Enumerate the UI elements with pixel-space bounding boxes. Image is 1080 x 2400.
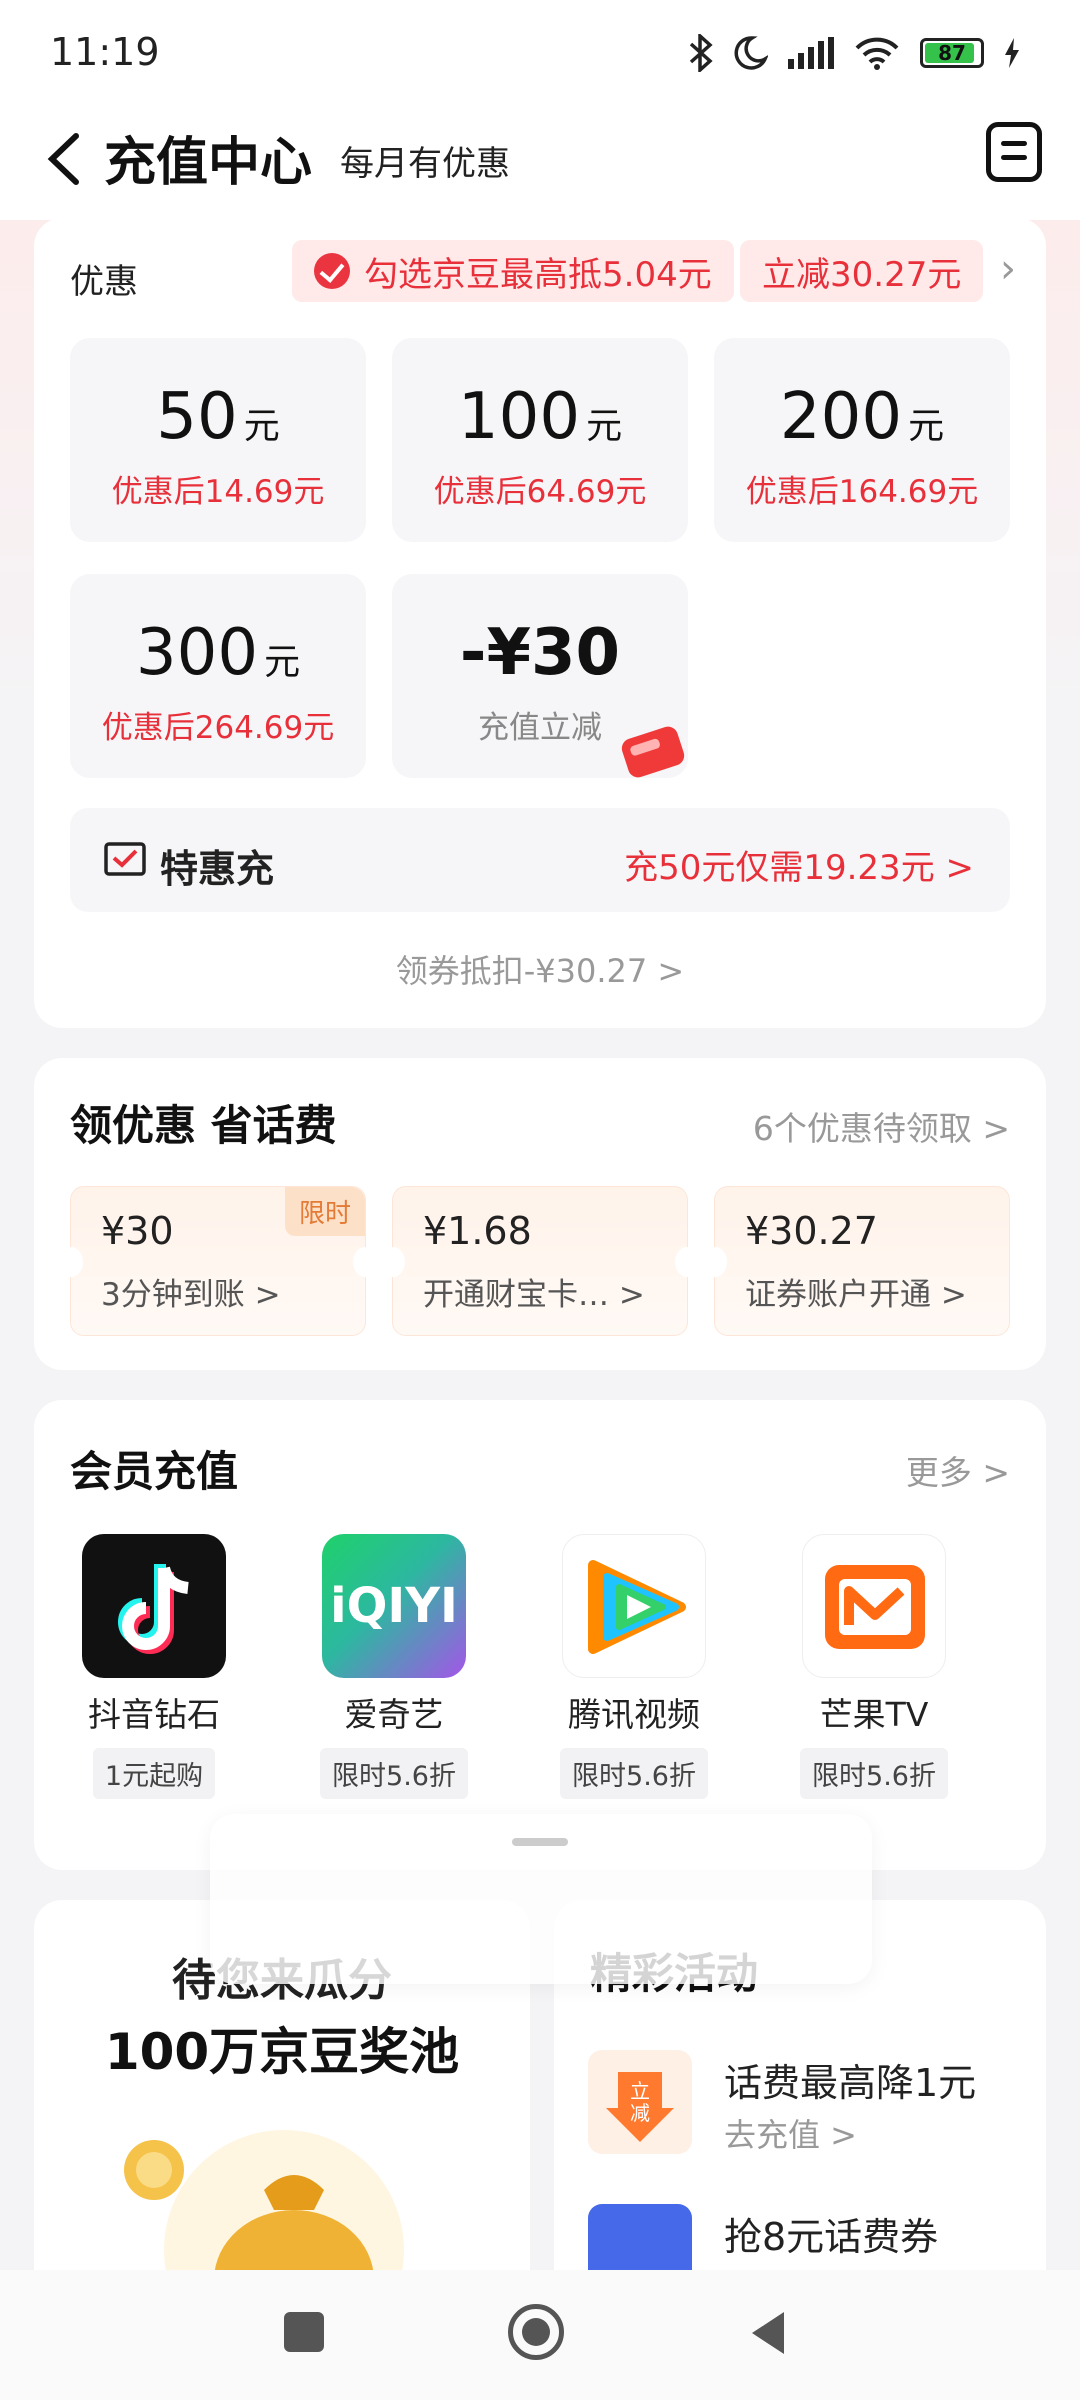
check-icon xyxy=(314,253,350,289)
special-recharge-offer[interactable]: 充50元仅需19.23元 > xyxy=(624,840,974,889)
activity-item[interactable]: 立减 话费最高降1元 去充值 > xyxy=(588,2050,1028,2160)
member-card: 会员充值 更多 > 抖音钻石 1元起购 iQIYI 爱奇艺 限时5.6折 腾讯视… xyxy=(34,1400,1046,1870)
menu-icon[interactable] xyxy=(986,122,1042,182)
recharge-card: 优惠 勾选京豆最高抵5.04元 立减30.27元 › 50 元 优惠后14.69元… xyxy=(34,218,1046,1028)
mango-tv-icon xyxy=(802,1534,946,1678)
promo-label: 优惠 xyxy=(70,262,138,302)
back-button[interactable] xyxy=(748,2310,788,2356)
chevron-right-icon[interactable]: › xyxy=(1000,246,1016,292)
coupon-more-link[interactable]: 6个优惠待领取 > xyxy=(753,1102,1010,1150)
app-header: 充值中心 每月有优惠 xyxy=(0,100,1080,220)
system-nav-bar xyxy=(0,2270,1080,2400)
app-mango-tv[interactable]: 芒果TV 限时5.6折 xyxy=(754,1534,994,1799)
home-button[interactable] xyxy=(508,2304,564,2360)
member-section-title: 会员充值 xyxy=(70,1447,239,1496)
moon-icon xyxy=(734,36,768,70)
page-subtitle: 每月有优惠 xyxy=(340,144,510,184)
discount-badge-icon: 立减 xyxy=(588,2050,692,2154)
amount-option-300[interactable]: 300 元 优惠后264.69元 xyxy=(70,574,366,778)
discount-promo-tag[interactable]: 立减30.27元 xyxy=(740,240,984,302)
coupon-deduct-link[interactable]: 领券抵扣-¥30.27 > xyxy=(34,946,1046,992)
jd-bean-promo-tag[interactable]: 勾选京豆最高抵5.04元 xyxy=(292,240,734,302)
red-envelope-icon xyxy=(621,726,685,778)
tencent-video-icon xyxy=(562,1534,706,1678)
page-title: 充值中心 xyxy=(104,133,313,193)
discount-option[interactable]: -¥30 充值立减 xyxy=(392,574,688,778)
recents-button[interactable] xyxy=(284,2312,324,2352)
app-tencent-video[interactable]: 腾讯视频 限时5.6折 xyxy=(514,1534,754,1799)
floating-panel[interactable] xyxy=(210,1814,872,1984)
charging-icon xyxy=(1005,38,1019,68)
pool-line-2: 100万京豆奖池 xyxy=(104,2023,460,2081)
coupon-card: 领优惠 省话费 6个优惠待领取 > ¥30 3分钟到账 > 限时 ¥1.68 开… xyxy=(34,1058,1046,1370)
wifi-icon xyxy=(855,37,899,70)
status-time: 11:19 xyxy=(50,30,160,74)
app-douyin[interactable]: 抖音钻石 1元起购 xyxy=(34,1534,274,1799)
amount-option-50[interactable]: 50 元 优惠后14.69元 xyxy=(70,338,366,542)
limited-badge: 限时 xyxy=(284,1187,365,1236)
coupon-item[interactable]: ¥1.68 开通财宝卡… > xyxy=(381,1186,699,1336)
status-bar: 11:19 87 xyxy=(0,0,1080,100)
bluetooth-icon xyxy=(689,34,713,72)
amount-option-100[interactable]: 100 元 优惠后64.69元 xyxy=(392,338,688,542)
envelope-check-icon xyxy=(104,842,146,876)
back-arrow-icon[interactable] xyxy=(38,124,88,194)
battery-icon: 87 xyxy=(920,38,984,68)
drag-handle[interactable] xyxy=(512,1838,568,1846)
amount-option-200[interactable]: 200 元 优惠后164.69元 xyxy=(714,338,1010,542)
coupon-item[interactable]: ¥30.27 证券账户开通 > xyxy=(703,1186,1010,1336)
battery-level: 87 xyxy=(938,41,966,65)
douyin-icon xyxy=(82,1534,226,1678)
member-more-link[interactable]: 更多 > xyxy=(906,1446,1010,1494)
app-iqiyi[interactable]: iQIYI 爱奇艺 限时5.6折 xyxy=(274,1534,514,1799)
special-recharge-bar[interactable]: 特惠充 充50元仅需19.23元 > xyxy=(70,808,1010,912)
signal-icon xyxy=(788,37,834,69)
special-recharge-label: 特惠充 xyxy=(160,847,275,891)
coupon-item[interactable]: ¥30 3分钟到账 > 限时 xyxy=(59,1186,377,1336)
iqiyi-icon: iQIYI xyxy=(322,1534,466,1678)
coupon-section-title: 领优惠 省话费 xyxy=(70,1101,337,1150)
